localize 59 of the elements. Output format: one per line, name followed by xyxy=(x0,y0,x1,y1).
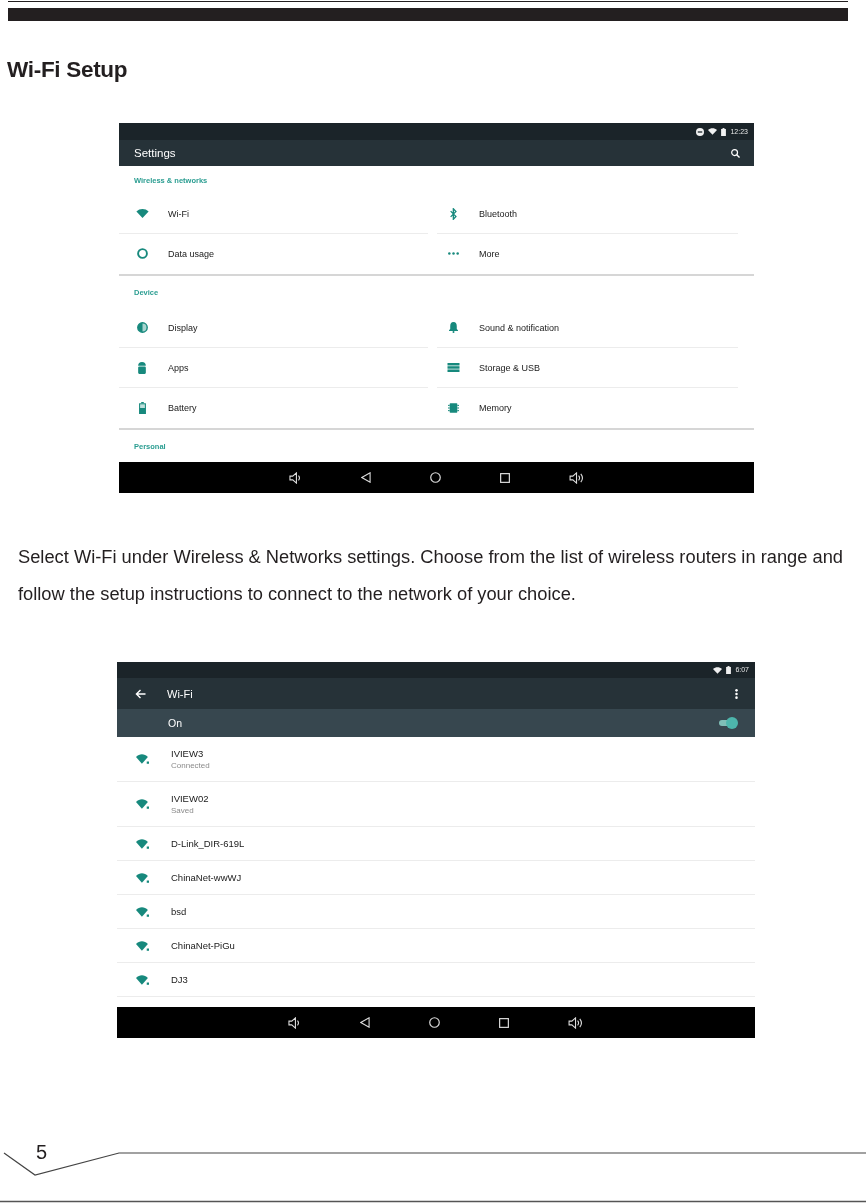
page-number: 5 xyxy=(36,1141,48,1163)
brightness-icon xyxy=(136,322,148,333)
ring-icon xyxy=(136,248,148,259)
volume-down-icon[interactable] xyxy=(288,1016,301,1029)
back-icon[interactable] xyxy=(360,472,371,483)
settings-item[interactable]: Wi-Fi xyxy=(119,194,428,234)
toolbar-title: Wi-Fi xyxy=(167,686,193,701)
toolbar-title: Settings xyxy=(134,146,176,160)
volume-up-icon[interactable] xyxy=(568,471,585,484)
switch-label: On xyxy=(168,717,182,729)
wifi-signal-icon xyxy=(136,974,149,985)
robot-icon xyxy=(138,361,146,374)
recents-icon[interactable] xyxy=(499,472,510,483)
network-item[interactable]: IVIEW3 Connected xyxy=(117,737,755,782)
wifi-signal-icon xyxy=(136,940,149,951)
network-item[interactable]: ChinaNet-wwWJ xyxy=(117,861,755,895)
settings-item[interactable]: Data usage xyxy=(119,234,428,274)
search-icon[interactable] xyxy=(731,148,740,158)
home-icon[interactable] xyxy=(429,1017,440,1028)
settings-item[interactable]: Sound & notification xyxy=(437,308,738,348)
network-item[interactable]: bsd xyxy=(117,895,755,929)
wifi-icon xyxy=(135,209,149,218)
wifi-icon xyxy=(708,128,718,135)
volume-up-icon[interactable] xyxy=(568,1016,584,1029)
settings-item[interactable]: More xyxy=(437,234,738,274)
more-options-icon[interactable] xyxy=(735,688,738,699)
battery-icon xyxy=(138,401,146,414)
settings-item[interactable]: Display xyxy=(119,308,428,348)
volume-down-icon[interactable] xyxy=(288,471,302,484)
wifi-signal-icon xyxy=(136,754,149,764)
settings-item[interactable]: Memory xyxy=(437,388,738,428)
network-item[interactable]: DJ3 xyxy=(117,963,755,997)
toggle-switch[interactable] xyxy=(718,717,738,729)
network-item[interactable]: ChinaNet-PiGu xyxy=(117,929,755,963)
page-title: Wi-Fi Setup xyxy=(7,57,128,82)
wifi-signal-icon xyxy=(136,872,149,883)
network-item[interactable]: IVIEW02 Saved xyxy=(117,782,755,827)
settings-item[interactable]: Bluetooth xyxy=(437,194,738,234)
settings-item[interactable]: Storage & USB xyxy=(437,348,738,388)
battery-icon xyxy=(726,666,732,674)
back-icon[interactable] xyxy=(360,1017,370,1028)
wifi-signal-icon xyxy=(136,838,149,849)
wifi-signal-icon xyxy=(136,906,149,917)
minus-circle-icon xyxy=(696,127,705,136)
wifi-signal-icon xyxy=(136,799,149,809)
settings-item[interactable]: Apps xyxy=(119,348,428,388)
settings-item[interactable]: Battery xyxy=(119,388,428,428)
bell-icon xyxy=(448,322,458,333)
recents-icon[interactable] xyxy=(499,1017,509,1028)
bluetooth-icon xyxy=(449,207,457,220)
back-arrow-icon[interactable] xyxy=(135,688,146,699)
dots-icon xyxy=(447,252,459,255)
instructions-text: Select Wi-Fi under Wireless & Networks settings. Choose from the list of wireless routers in range and follow the setup instructions to connect to the network of your choice. xyxy=(18,545,844,606)
storage-icon xyxy=(446,363,460,372)
chip-icon xyxy=(447,402,459,413)
network-item[interactable]: D-Link_DIR-619L xyxy=(117,827,755,861)
battery-icon xyxy=(721,127,727,136)
home-icon[interactable] xyxy=(429,472,441,483)
wifi-icon xyxy=(713,666,723,674)
